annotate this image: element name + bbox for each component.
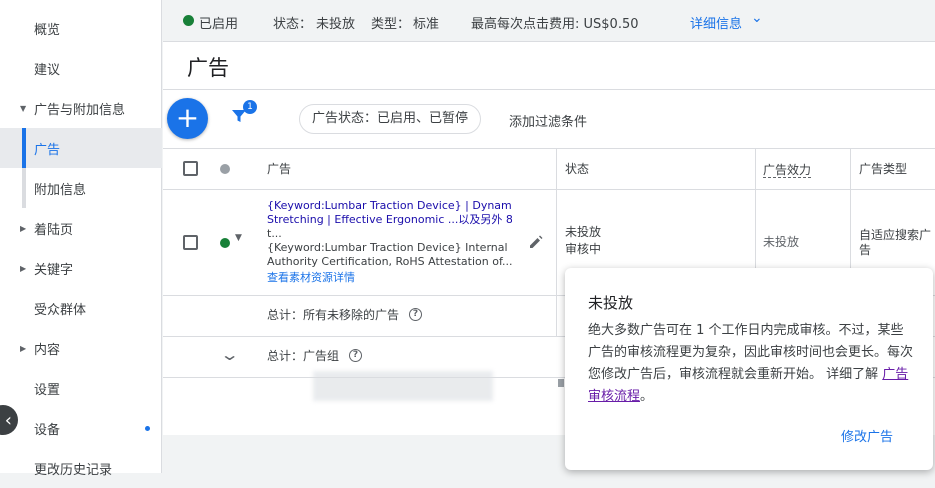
chevron-down-icon[interactable]: ⌄ (751, 10, 763, 26)
caret-right-icon: ▶ (20, 263, 27, 273)
select-all-checkbox[interactable] (183, 161, 198, 176)
horizontal-scrollbar[interactable] (558, 379, 564, 387)
status-line1: 未投放 (565, 225, 602, 239)
page-title: 广告 (187, 56, 229, 80)
sidebar-item-ads-extensions[interactable]: ▼ 广告与附加信息 (0, 88, 162, 128)
sidebar-item-devices[interactable]: 设备 (0, 408, 162, 448)
status-line2: 审核中 (565, 242, 602, 256)
edit-pencil-icon[interactable] (529, 235, 543, 249)
max-cpc: 最高每次点击费用: US$0.50 (471, 17, 639, 32)
view-asset-details-link[interactable]: 查看素材资源详情 (267, 271, 512, 285)
type-label: 类型： (371, 17, 411, 32)
edit-ad-button[interactable]: 修改广告 (841, 426, 893, 445)
caret-down-icon[interactable]: ▼ (235, 233, 242, 243)
enabled-status-icon[interactable] (220, 238, 230, 248)
type-value: 标准 (413, 17, 440, 32)
state-label: 状态： (273, 17, 313, 32)
details-link[interactable]: 详细信息 (690, 13, 742, 32)
column-header-effectiveness[interactable]: 广告效力 (763, 161, 812, 179)
ad-status-filter-chip[interactable]: 广告状态：已启用、已暂停 (299, 104, 482, 134)
sidebar-item-extensions[interactable]: 附加信息 (0, 168, 162, 208)
add-filter-button[interactable]: 添加过滤条件 (509, 111, 587, 130)
table-toolbar: + 1 广告状态：已启用、已暂停 添加过滤条件 (163, 90, 935, 148)
state-value: 未投放 (316, 17, 356, 32)
sidebar-item-ads[interactable]: 广告 (0, 128, 162, 168)
ad-headline-line1[interactable]: {Keyword:Lumbar Traction Device} | Dynam… (267, 199, 512, 213)
caret-down-icon: ▼ (20, 103, 27, 113)
ad-description-line1: {Keyword:Lumbar Traction Device} Interna… (267, 241, 508, 254)
help-icon[interactable]: ? (349, 349, 362, 362)
filter-count-badge: 1 (243, 100, 257, 114)
sidebar-item-keywords[interactable]: ▶ 关键字 (0, 248, 162, 288)
ad-url-line: t... (267, 227, 282, 240)
enabled-status-text: 已启用 (199, 17, 239, 32)
enabled-status-icon (183, 15, 194, 26)
column-header-ad-type[interactable]: 广告类型 (859, 149, 907, 189)
page-header: 广告 (163, 42, 935, 90)
notification-dot (145, 425, 150, 431)
sidebar-item-audiences[interactable]: 受众群体 (0, 288, 162, 328)
campaign-status-bar: 已启用 状态： 未投放 类型： 标准 最高每次点击费用: US$0.50 详细信… (163, 0, 935, 42)
chevron-down-icon[interactable]: ⌄ (220, 345, 240, 364)
total-ad-group-label: 总计：广告组 (267, 349, 340, 363)
ad-headline-line2[interactable]: Stretching | Effective Ergonomic ...以及另外… (267, 213, 512, 227)
status-info-popup: 未投放 绝大多数广告可在 1 个工作日内完成审核。不过，某些广告的审核流程更为复… (565, 268, 933, 470)
sidebar-item-content[interactable]: ▶ 内容 (0, 328, 162, 368)
sidebar-item-recommendations[interactable]: 建议 (0, 48, 162, 88)
row-checkbox[interactable] (183, 235, 198, 250)
caret-right-icon: ▶ (20, 223, 27, 233)
help-icon[interactable]: ? (409, 308, 422, 321)
ad-description-line2: Authority Certification, RoHS Attestatio… (267, 255, 512, 268)
caret-right-icon: ▶ (20, 343, 27, 353)
redacted-region (313, 371, 493, 401)
ad-type-value: 自适应搜索广告 (859, 228, 932, 257)
total-all-ads-label: 总计：所有未移除的广告 (267, 308, 400, 322)
sidebar-item-settings[interactable]: 设置 (0, 368, 162, 408)
status-column-icon (220, 164, 230, 174)
sidebar-item-change-history[interactable]: 更改历史记录 (0, 448, 162, 488)
effectiveness-value: 未投放 (763, 235, 800, 249)
sidebar-item-landing-pages[interactable]: ▶ 着陆页 (0, 208, 162, 248)
add-button[interactable]: + (167, 98, 208, 139)
column-header-ad[interactable]: 广告 (267, 149, 291, 189)
popup-title: 未投放 (588, 294, 634, 312)
column-header-status[interactable]: 状态 (565, 149, 589, 189)
sidebar-item-overview[interactable]: 概览 (0, 8, 162, 48)
left-sidebar: 概览 建议 ▼ 广告与附加信息 广告 附加信息 ▶ 着陆页 ▶ 关键字 受众群体… (0, 0, 162, 478)
popup-body: 绝大多数广告可在 1 个工作日内完成审核。不过，某些广告的审核流程更为复杂，因此… (588, 323, 914, 404)
